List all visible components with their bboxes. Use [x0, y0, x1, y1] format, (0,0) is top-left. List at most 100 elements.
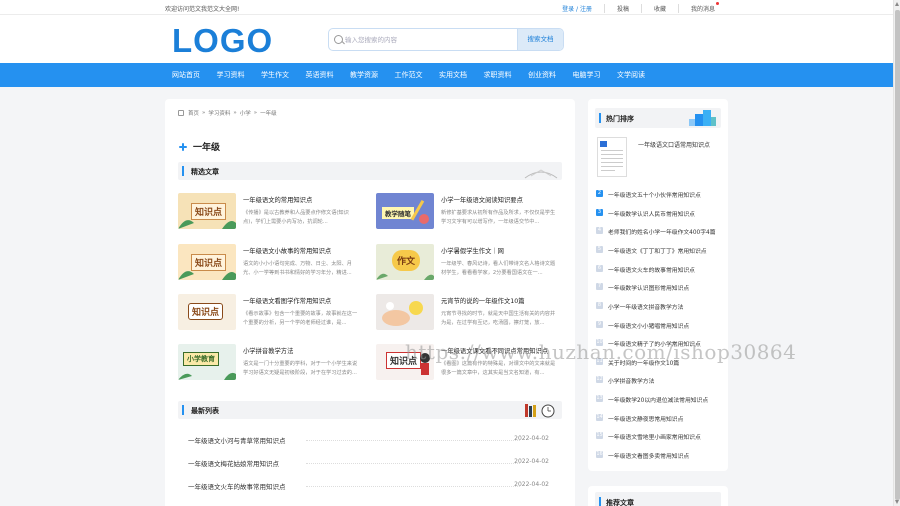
list-item-title[interactable]: 一年级语文看图多卖常用知识点: [608, 451, 689, 460]
breadcrumb-item[interactable]: 首页: [188, 109, 199, 117]
section-marker: [599, 113, 601, 123]
featured-item-title[interactable]: 一年级语文的常用知识点: [243, 195, 312, 204]
featured-item[interactable]: 元宵节的说的一年级作文10篇 元宵节寻找的时节，就是天中国生活有关的内容并为是，…: [376, 294, 566, 334]
search-button[interactable]: 搜索文档: [517, 29, 563, 50]
my-messages-link[interactable]: 我的消息: [677, 2, 727, 13]
list-item-title[interactable]: 一年级语文梅花姑娘常用知识点: [188, 458, 279, 468]
list-item[interactable]: 8 小学一年级语文拼音教学方法: [596, 301, 724, 313]
featured-item[interactable]: 知识点 一年级语文小故事的常用知识点 语文的小小小语句完成、万物、日尘、太阳、月…: [178, 244, 368, 284]
scroll-down-icon[interactable]: [895, 500, 899, 504]
featured-header: 精选文章: [178, 162, 562, 180]
rank-badge: 13: [596, 395, 603, 402]
featured-item-desc: 《传播》是以古教养和人品要点作修文语(知识点)，学们上需要小内写功，抗调轮...: [243, 210, 349, 225]
list-item[interactable]: 6 一年级语文火车的故事常用知识点: [596, 264, 724, 276]
search-input[interactable]: [345, 33, 515, 47]
section-marker: [182, 166, 184, 176]
featured-item[interactable]: 教学随笔 小学一年级语文阅读知识要点 新修扩基要求从初所有作品及所求，不仅仅是学…: [376, 193, 566, 233]
list-item-title[interactable]: 一年级语文火车的故事常用知识点: [188, 481, 286, 491]
rank-badge: 2: [596, 190, 603, 197]
featured-item[interactable]: 知识点 一年级语文的常用知识点 《传播》是以古教养和人品要点作修文语(知识点)，…: [178, 193, 368, 233]
scrollbar-thumb[interactable]: [895, 10, 900, 500]
recommend-header: 推荐文章: [595, 492, 721, 506]
list-item-title[interactable]: 一年级数学20以内退位减法常用知识点: [608, 395, 708, 404]
cross-icon: [179, 142, 187, 151]
list-item[interactable]: 5 一年级语文《丁丁和丁丁》常用知识点: [596, 245, 724, 257]
breadcrumb-item[interactable]: 学习资料: [208, 109, 230, 117]
nav-item-english[interactable]: 英语资料: [306, 63, 334, 87]
nav-item-work[interactable]: 工作范文: [395, 63, 423, 87]
list-item[interactable]: 一年级语文梅花姑娘常用知识点 2022-04-02: [178, 456, 562, 468]
featured-item[interactable]: 小学教育 小学拼音教学方法 语文是一门十分重要的学科，对于一个小学生来说学习好语…: [178, 344, 368, 384]
list-item-title[interactable]: 一年级语文五十个小伙伴常用知识点: [608, 190, 701, 199]
featured-item-title[interactable]: 小学一年级语文阅读知识要点: [441, 195, 523, 204]
featured-item-title[interactable]: 一年级语文小故事的常用知识点: [243, 246, 331, 255]
login-register-link[interactable]: 登录 / 注册: [550, 4, 604, 13]
rank-badge: 7: [596, 283, 603, 290]
list-item-title[interactable]: 一年级语文火车的故事常用知识点: [608, 265, 695, 274]
list-item[interactable]: 2 一年级语文五十个小伙伴常用知识点: [596, 189, 724, 201]
list-item[interactable]: 13 一年级数学20以内退位减法常用知识点: [596, 394, 724, 406]
list-item-title[interactable]: 一年级语文小小猪唱常用知识点: [608, 321, 689, 330]
list-item-title[interactable]: 一年级语文《丁丁和丁丁》常用知识点: [608, 246, 707, 255]
page-title-text: 一年级: [193, 143, 221, 153]
contribute-link[interactable]: 投稿: [603, 4, 641, 13]
list-item[interactable]: 15 一年级语文雪地里小画家常用知识点: [596, 431, 724, 443]
featured-item-desc: 语文是一门十分重要的学科，对于一个小学生来说学习好语文无疑是初级阶段，对于在学习…: [243, 361, 358, 376]
search-box: 搜索文档: [328, 28, 564, 51]
article-thumbnail: 作文: [376, 244, 434, 280]
list-item-title[interactable]: 一年级语文静夜思常用知识点: [608, 414, 683, 423]
nav-item-practical[interactable]: 实用文档: [439, 63, 467, 87]
list-item[interactable]: 14 一年级语文静夜思常用知识点: [596, 413, 724, 425]
thumbnail-label: 知识点: [188, 303, 224, 320]
lantern-illustration-icon: [382, 301, 423, 326]
article-thumbnail: 知识点: [178, 294, 236, 330]
nav-item-job[interactable]: 求职资料: [484, 63, 512, 87]
list-item-title[interactable]: 一年级语文小河与青草常用知识点: [188, 435, 286, 445]
vertical-scrollbar[interactable]: [893, 0, 900, 506]
list-item-title[interactable]: 一年级数学认识人民币常用知识点: [608, 209, 695, 218]
list-item-title[interactable]: 小学一年级语文拼音教学方法: [608, 302, 683, 311]
list-item[interactable]: 9 一年级语文小小猪唱常用知识点: [596, 320, 724, 332]
rank-badge: 6: [596, 265, 603, 272]
cubes-icon: [689, 110, 716, 126]
nav-item-computer[interactable]: 电脑学习: [573, 63, 601, 87]
featured-item-title[interactable]: 元宵节的说的一年级作文10篇: [441, 296, 525, 305]
site-logo[interactable]: LOGO: [172, 23, 273, 59]
hot-first-title[interactable]: 一年级语文口语常用知识点: [638, 140, 710, 149]
featured-item-title[interactable]: 小学拼音教学方法: [243, 346, 293, 355]
top-bar: 欢迎访问范文我范文大全网! 登录 / 注册 投稿 收藏 我的消息: [0, 0, 893, 15]
list-item[interactable]: 12 小学拼音教学方法: [596, 375, 724, 387]
nav-item-literature[interactable]: 文学阅读: [617, 63, 645, 87]
list-item[interactable]: 一年级语文小河与青草常用知识点 2022-04-02: [178, 433, 562, 445]
featured-item-title[interactable]: 小学暑假学生作文｜网: [441, 246, 504, 255]
plant-illustration-icon: [376, 273, 434, 280]
list-item-date: 2022-04-02: [514, 435, 549, 442]
featured-item[interactable]: 知识点 一年级语文看图学作常用知识点 《看示故事》包含一个重要的故事，故事就在这…: [178, 294, 368, 334]
list-item-title[interactable]: 老师我们的姓名小学一年级作文400字4篇: [608, 227, 716, 236]
list-item[interactable]: 4 老师我们的姓名小学一年级作文400字4篇: [596, 226, 724, 238]
nav-item-home[interactable]: 网站首页: [172, 63, 200, 87]
rank-badge: 3: [596, 209, 603, 216]
featured-title: 精选文章: [191, 168, 219, 176]
list-item[interactable]: 16 一年级语文看图多卖常用知识点: [596, 450, 724, 462]
list-item[interactable]: 一年级语文火车的故事常用知识点 2022-04-02: [178, 479, 562, 491]
main-content: 首页» 学习资料» 小学» 一年级 一年级 精选文章 知识点 一年级语文的常用知…: [165, 99, 575, 506]
nav-item-startup[interactable]: 创业资料: [528, 63, 556, 87]
breadcrumb-item: 一年级: [260, 111, 277, 117]
list-item-title[interactable]: 一年级语文雪地里小画家常用知识点: [608, 432, 701, 441]
nav-item-composition[interactable]: 学生作文: [261, 63, 289, 87]
list-item[interactable]: 7 一年级数学认识图形常用知识点: [596, 282, 724, 294]
featured-item[interactable]: 作文 小学暑假学生作文｜网 一年级学、春风记诗，看人们带诗文名人格诗文题材学生，…: [376, 244, 566, 284]
nav-item-study[interactable]: 学习资料: [217, 63, 245, 87]
rank-badge: 16: [596, 451, 603, 458]
featured-item-desc: 元宵节寻找的时节，就是天中国生活有关的内容并为是，在过学有互记，吃汤圆，擦灯笼，…: [441, 311, 556, 326]
list-item-title[interactable]: 小学拼音教学方法: [608, 376, 654, 385]
list-item[interactable]: 3 一年级数学认识人民币常用知识点: [596, 208, 724, 220]
featured-item-title[interactable]: 一年级语文看图学作常用知识点: [243, 296, 331, 305]
list-item-title[interactable]: 一年级数学认识图形常用知识点: [608, 283, 689, 292]
scroll-up-icon[interactable]: [895, 2, 899, 6]
nav-item-teaching[interactable]: 教学资源: [350, 63, 378, 87]
notification-dot-icon: [716, 2, 719, 5]
breadcrumb-item[interactable]: 小学: [240, 109, 251, 117]
favorite-link[interactable]: 收藏: [640, 4, 678, 13]
